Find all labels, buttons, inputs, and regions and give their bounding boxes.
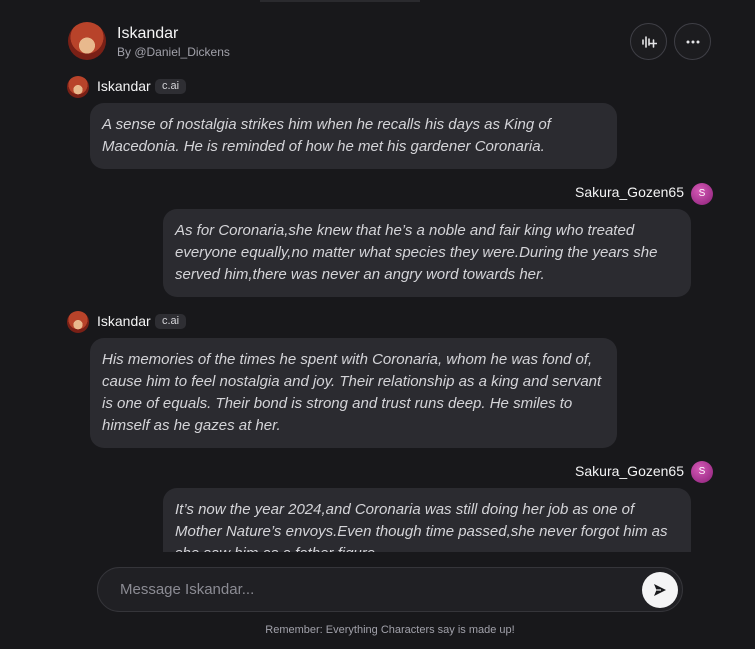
cai-badge: c.ai bbox=[155, 79, 187, 94]
message-bubble: His memories of the times he spent with … bbox=[90, 338, 617, 448]
message-avatar[interactable] bbox=[67, 76, 89, 98]
cai-badge: c.ai bbox=[155, 314, 187, 329]
message-avatar[interactable] bbox=[67, 311, 89, 333]
message-sender: Iskandar bbox=[97, 78, 151, 94]
character-avatar[interactable] bbox=[68, 22, 106, 60]
message-sender: Sakura_Gozen65 bbox=[575, 184, 684, 200]
send-icon bbox=[654, 584, 666, 596]
message-bubble: It’s now the year 2024,and Coronaria was… bbox=[163, 488, 691, 552]
message-bubble: A sense of nostalgia strikes him when he… bbox=[90, 103, 617, 169]
creator-label[interactable]: By @Daniel_Dickens bbox=[117, 45, 230, 59]
character-name[interactable]: Iskandar bbox=[117, 25, 178, 43]
user-avatar[interactable]: S bbox=[691, 461, 713, 483]
voice-add-icon bbox=[641, 35, 657, 48]
more-options-button[interactable] bbox=[674, 23, 711, 60]
chat-header: Iskandar By @Daniel_Dickens bbox=[68, 22, 712, 62]
user-avatar[interactable]: S bbox=[691, 183, 713, 205]
message-input[interactable] bbox=[120, 568, 620, 611]
message-sender: Sakura_Gozen65 bbox=[575, 463, 684, 479]
voice-button[interactable] bbox=[630, 23, 667, 60]
message-composer bbox=[97, 567, 683, 612]
send-button[interactable] bbox=[642, 572, 678, 608]
message-bubble: As for Coronaria,she knew that he’s a no… bbox=[163, 209, 691, 297]
message-sender: Iskandar bbox=[97, 313, 151, 329]
more-options-icon bbox=[686, 40, 699, 43]
chat-scroll-area[interactable]: Iskandar c.ai A sense of nostalgia strik… bbox=[0, 70, 755, 552]
top-divider bbox=[260, 0, 420, 2]
disclaimer-text: Remember: Everything Characters say is m… bbox=[265, 624, 515, 636]
